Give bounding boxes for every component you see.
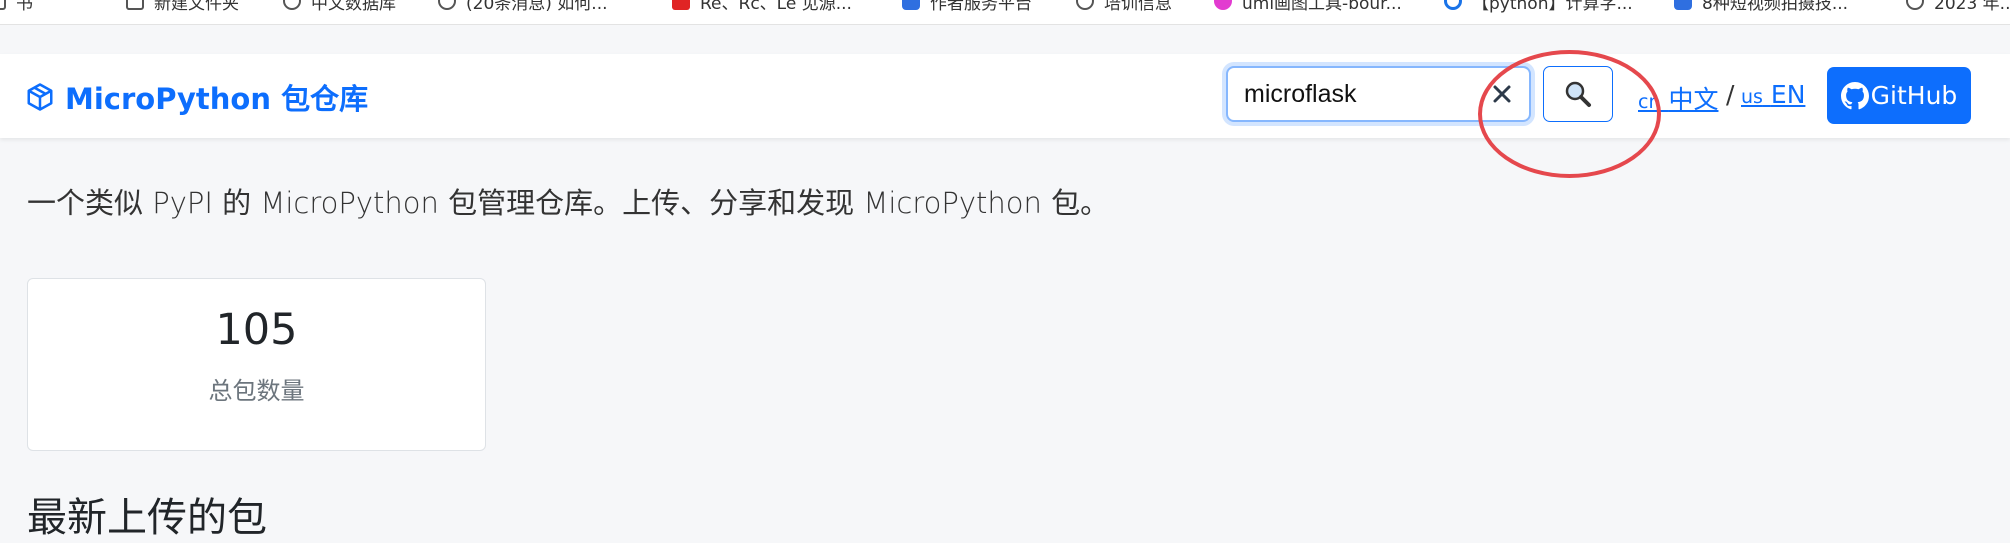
bookmark-item[interactable]: 中文数据库 — [283, 0, 396, 14]
lang-en-link[interactable]: us EN — [1741, 80, 1805, 109]
stat-value: 105 — [215, 305, 298, 355]
blue-icon — [902, 0, 920, 10]
navbar: MicroPython 包仓库 cn 中文 / us EN GitHub — [0, 54, 2010, 138]
bookmark-item[interactable]: 书 — [0, 0, 33, 14]
github-icon — [1840, 81, 1869, 109]
globe-icon — [283, 0, 301, 10]
section-title: 最新上传的包 — [27, 495, 267, 541]
folder-icon — [0, 0, 6, 10]
page-description: 一个类似 PyPI 的 MicroPython 包管理仓库。上传、分享和发现 M… — [27, 186, 1110, 220]
bookmark-item[interactable]: 培训信息 — [1076, 0, 1172, 14]
bookmark-item[interactable]: uml画图工具-bour... — [1214, 0, 1402, 14]
box-icon — [27, 83, 53, 111]
stat-label: 总包数量 — [208, 377, 305, 405]
bookmark-item[interactable]: 8种短视频拍摄技... — [1674, 0, 1848, 14]
stat-card: 105 总包数量 — [27, 278, 486, 451]
bookmark-item[interactable]: 新建文件夹 — [126, 0, 239, 14]
github-label: GitHub — [1870, 81, 1958, 110]
bookmark-item[interactable]: 2023 年... — [1906, 0, 2010, 14]
github-button[interactable]: GitHub — [1827, 67, 1971, 124]
lang-separator: / — [1726, 80, 1735, 109]
brand-link[interactable]: MicroPython 包仓库 — [25, 76, 368, 118]
globe-icon — [1076, 0, 1094, 10]
bookmarks-bar: 书 新建文件夹 中文数据库 (20条消息) 如何... Re、Rc、Le 见源.… — [0, 0, 2010, 25]
folder-icon — [126, 0, 144, 10]
blue-icon — [1674, 0, 1692, 10]
bookmark-item[interactable]: 【python】计算字... — [1444, 0, 1633, 14]
bookmark-item[interactable]: (20条消息) 如何... — [438, 0, 608, 14]
pink-icon — [1214, 0, 1232, 10]
red-icon — [672, 0, 690, 10]
globe-icon — [1906, 0, 1924, 10]
bookmark-item[interactable]: 作者服务平台 — [902, 0, 1032, 14]
bookmark-item[interactable]: Re、Rc、Le 见源... — [672, 0, 852, 14]
globe-icon — [438, 0, 456, 10]
search-input[interactable] — [1244, 78, 1474, 110]
brand-title: MicroPython 包仓库 — [65, 82, 369, 116]
ring-icon — [1444, 0, 1462, 10]
annotation-circle — [1478, 50, 1661, 178]
